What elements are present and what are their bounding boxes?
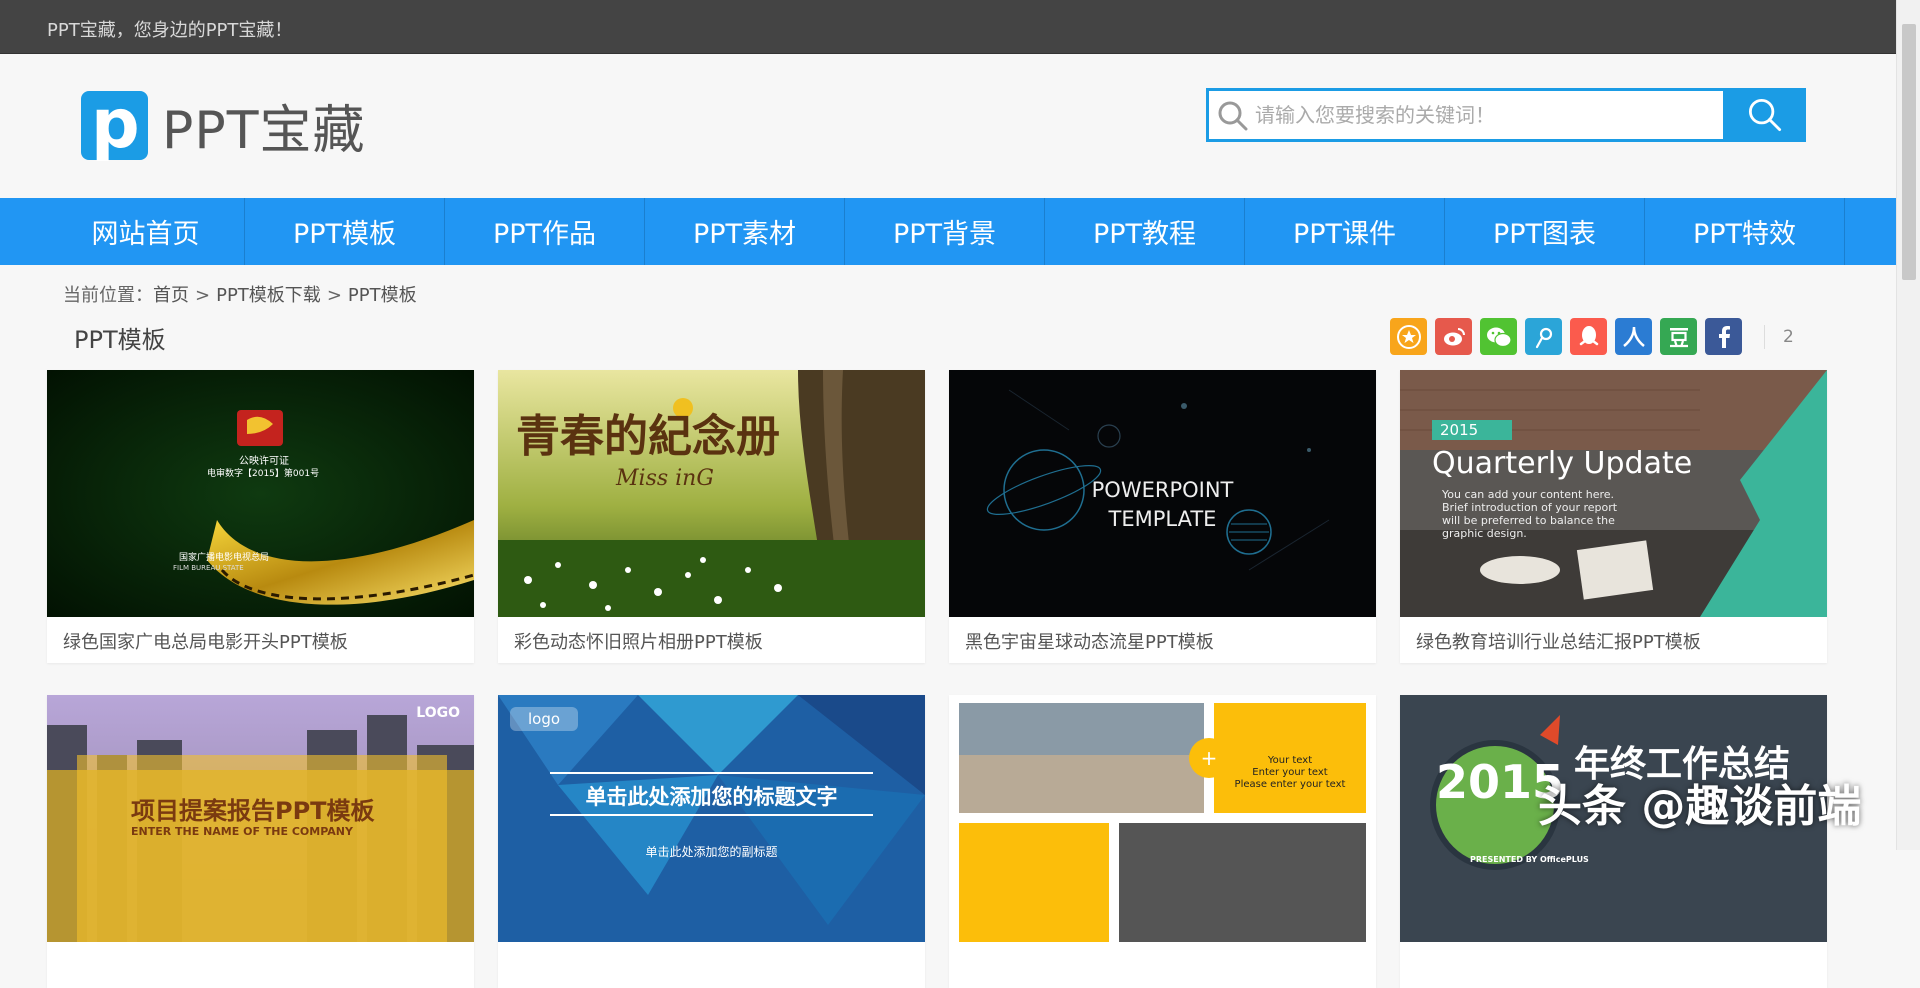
nav-item-ppt-materials[interactable]: PPT素材 [645, 198, 845, 265]
thumb-caption: PRESENTED BY OfficePLUS [1470, 855, 1589, 864]
nav-item-home[interactable]: 网站首页 [47, 198, 245, 265]
main-nav: 网站首页 PPT模板 PPT作品 PPT素材 PPT背景 PPT教程 PPT课件… [0, 198, 1896, 265]
template-thumbnail: 公映许可证 电审数字【2015】第001号 国家广播电影电视总局 FILM BU… [47, 370, 474, 617]
scrollbar-thumb[interactable] [1902, 24, 1916, 280]
template-card[interactable]: POWERPOINT TEMPLATE 黑色宇宙星球动态流星PPT模板 [949, 370, 1376, 663]
thumb-caption: LOGO [416, 705, 460, 721]
thumb-caption: TEMPLATE [1108, 507, 1217, 531]
nav-item-ppt-templates[interactable]: PPT模板 [245, 198, 445, 265]
nav-item-ppt-effects[interactable]: PPT特效 [1645, 198, 1845, 265]
nav-item-ppt-works[interactable]: PPT作品 [445, 198, 645, 265]
thumb-caption: 单击此处添加您的副标题 [645, 845, 778, 859]
template-card[interactable]: 2015 年终工作总结 PRESENTED BY OfficePLUS [1400, 695, 1827, 988]
template-card[interactable]: 公映许可证 电审数字【2015】第001号 国家广播电影电视总局 FILM BU… [47, 370, 474, 663]
thumb-badge: logo [510, 707, 579, 731]
template-card[interactable]: logo 单击此处添加您的标题文字 单击此处添加您的副标题 [498, 695, 925, 988]
template-thumbnail: LOGO 项目提案报告PPT模板 ENTER THE NAME OF THE C… [47, 695, 474, 942]
vertical-scrollbar[interactable] [1896, 0, 1920, 850]
logo-text: PPT宝藏 [162, 100, 366, 161]
template-thumbnail: + Your text Enter your text Please enter… [949, 695, 1376, 942]
thumb-caption: POWERPOINT [1091, 478, 1234, 502]
nav-item-ppt-courseware[interactable]: PPT课件 [1245, 198, 1445, 265]
breadcrumb: 当前位置：首页 > PPT模板下载 > PPT模板 [63, 281, 417, 307]
template-title[interactable]: 黑色宇宙星球动态流星PPT模板 [965, 628, 1214, 654]
thumb-badge: 2015 [1432, 420, 1513, 440]
thumb-caption: ENTER THE NAME OF THE COMPANY [131, 825, 353, 838]
nav-item-ppt-charts[interactable]: PPT图表 [1445, 198, 1645, 265]
collage-graphic: + [949, 695, 1376, 942]
polygon-background [498, 695, 925, 942]
top-bar-slogan: PPT宝藏，您身边的PPT宝藏！ [47, 20, 293, 41]
thumb-caption: FILM BUREAU STATE [173, 564, 244, 572]
share-count: 2 [1764, 324, 1794, 349]
template-title[interactable]: 绿色教育培训行业总结汇报PPT模板 [1416, 628, 1701, 654]
thumb-caption: 电审数字【2015】第001号 [207, 469, 320, 479]
favorite-icon[interactable] [1390, 318, 1427, 355]
template-card[interactable]: + Your text Enter your text Please enter… [949, 695, 1376, 988]
nav-item-ppt-tutorials[interactable]: PPT教程 [1045, 198, 1245, 265]
top-bar: PPT宝藏，您身边的PPT宝藏！ [0, 0, 1920, 54]
renren-icon[interactable] [1615, 318, 1652, 355]
watermark-text: 头条 @趣谈前端 [1538, 781, 1862, 832]
template-card[interactable]: 2015 Quarterly Update You can add your c… [1400, 370, 1827, 663]
site-logo[interactable]: p PPT宝藏 [81, 85, 366, 164]
logo-mark-icon: p [81, 85, 148, 164]
thumb-caption: 国家广播电影电视总局 [179, 553, 270, 563]
template-thumbnail: 2015 Quarterly Update You can add your c… [1400, 370, 1827, 617]
thumb-caption: Quarterly Update [1432, 446, 1693, 481]
weibo-icon[interactable] [1435, 318, 1472, 355]
facebook-icon[interactable] [1705, 318, 1742, 355]
breadcrumb-separator: > [326, 285, 342, 306]
template-thumbnail: 青春的紀念册 Miss inG [498, 370, 925, 617]
douban-icon[interactable] [1660, 318, 1697, 355]
thumb-caption: Please enter your text [1234, 779, 1346, 790]
template-thumbnail: POWERPOINT TEMPLATE [949, 370, 1376, 617]
search-icon [1218, 101, 1248, 131]
thumb-caption: 青春的紀念册 [516, 411, 780, 462]
template-thumbnail: logo 单击此处添加您的标题文字 单击此处添加您的副标题 [498, 695, 925, 942]
nav-item-ppt-backgrounds[interactable]: PPT背景 [845, 198, 1045, 265]
breadcrumb-prefix: 当前位置： [63, 285, 153, 306]
template-card[interactable]: LOGO 项目提案报告PPT模板 ENTER THE NAME OF THE C… [47, 695, 474, 988]
breadcrumb-link-home[interactable]: 首页 [153, 285, 189, 306]
tencent-weibo-icon[interactable] [1525, 318, 1562, 355]
share-bar: 2 [1390, 318, 1794, 355]
breadcrumb-link-downloads[interactable]: PPT模板下载 [216, 285, 321, 306]
thumb-caption: 公映许可证 [239, 456, 289, 467]
template-title[interactable]: 绿色国家广电总局电影开头PPT模板 [63, 628, 348, 654]
search-icon [1748, 98, 1781, 132]
header: p PPT宝藏 [0, 54, 1896, 198]
thumb-caption: Enter your text [1252, 767, 1328, 778]
breadcrumb-separator: > [195, 285, 211, 306]
search-input[interactable] [1255, 95, 1725, 135]
film-reel-graphic [47, 370, 474, 617]
section-title: PPT模板 [74, 326, 166, 354]
breadcrumb-link-templates[interactable]: PPT模板 [348, 285, 417, 306]
search-box [1206, 88, 1806, 142]
wechat-icon[interactable] [1480, 318, 1517, 355]
thumb-caption: 项目提案报告PPT模板 [131, 797, 375, 825]
template-title[interactable]: 彩色动态怀旧照片相册PPT模板 [514, 628, 763, 654]
thumb-caption: 单击此处添加您的标题文字 [585, 785, 838, 809]
search-button[interactable] [1723, 88, 1806, 142]
thumb-caption: Miss inG [616, 466, 714, 491]
thumb-caption: Your text [1267, 755, 1313, 766]
template-card[interactable]: 青春的紀念册 Miss inG 彩色动态怀旧照片相册PPT模板 [498, 370, 925, 663]
thumb-caption: You can add your content here. Brief int… [1442, 488, 1618, 540]
qq-icon[interactable] [1570, 318, 1607, 355]
